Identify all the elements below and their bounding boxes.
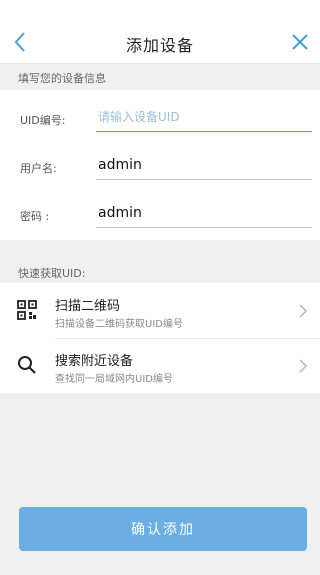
username-row: 用户名: xyxy=(0,146,320,186)
device-info-form: UID编号: 用户名: 密码 : xyxy=(0,90,320,240)
password-row: 密码 : xyxy=(0,194,320,234)
search-icon xyxy=(18,356,36,374)
page-title: 添加设备 xyxy=(125,36,194,55)
password-input[interactable] xyxy=(96,198,312,228)
device-info-section-label: 填写您的设备信息 xyxy=(18,72,106,85)
search-nearby-item[interactable]: 搜索附近设备 查找同一局域网内UID编号 xyxy=(0,338,320,393)
close-icon xyxy=(292,34,308,50)
uid-row: UID编号: xyxy=(0,98,320,138)
username-input[interactable] xyxy=(96,150,312,180)
quick-uid-section-label: 快速获取UID: xyxy=(18,267,86,280)
close-button[interactable] xyxy=(284,26,316,58)
uid-input[interactable] xyxy=(96,102,312,132)
scan-qr-subtitle: 扫描设备二维码获取UID编号 xyxy=(55,319,183,330)
qr-code-icon xyxy=(17,300,37,320)
chevron-right-icon xyxy=(299,359,308,373)
search-nearby-subtitle: 查找同一局域网内UID编号 xyxy=(55,374,173,385)
username-label: 用户名: xyxy=(20,162,57,175)
header-bar: 添加设备 xyxy=(0,0,320,64)
confirm-add-button[interactable]: 确认添加 xyxy=(19,507,307,551)
search-nearby-title: 搜索附近设备 xyxy=(55,354,134,369)
scan-qr-item[interactable]: 扫描二维码 扫描设备二维码获取UID编号 xyxy=(0,283,320,339)
chevron-right-icon xyxy=(299,304,308,318)
uid-label: UID编号: xyxy=(20,114,66,127)
quick-uid-list: 扫描二维码 扫描设备二维码获取UID编号 搜索附近设备 查找同一局域网内UID编… xyxy=(0,283,320,393)
add-device-screen: 添加设备 填写您的设备信息 UID编号: 用户名: 密码 : 快速获取UID: xyxy=(0,0,320,575)
scan-qr-title: 扫描二维码 xyxy=(55,299,121,314)
password-label: 密码 : xyxy=(20,210,50,223)
